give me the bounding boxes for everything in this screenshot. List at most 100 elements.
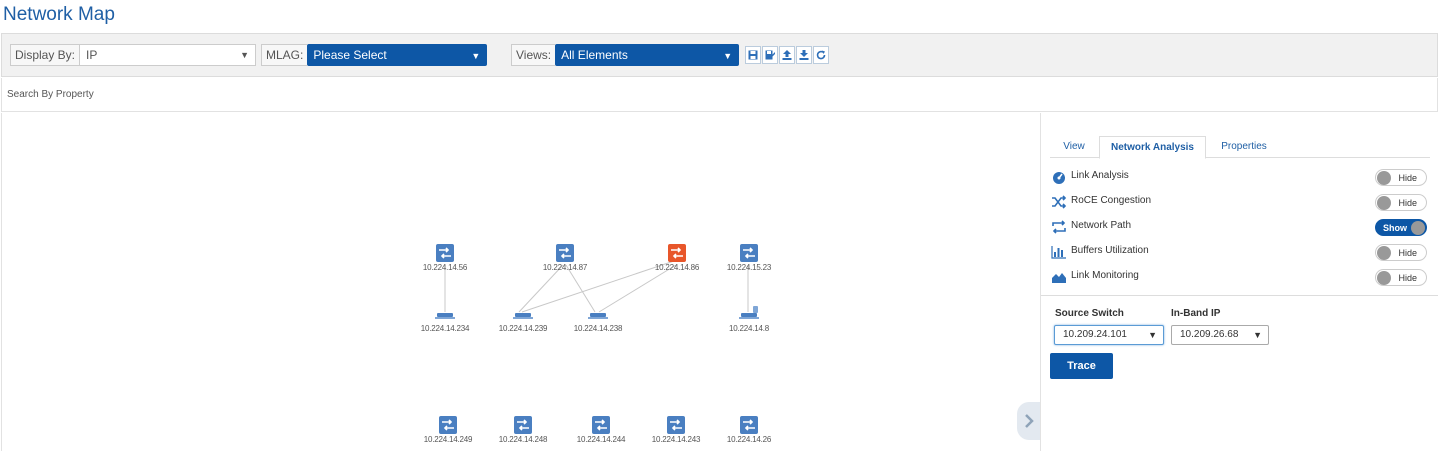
- page-title: Network Map: [3, 4, 115, 25]
- search-label: Search By Property: [7, 89, 94, 100]
- buffers-utilization-toggle[interactable]: Hide: [1375, 244, 1427, 261]
- divider: [1041, 295, 1438, 296]
- host-node[interactable]: 10.224.14.234: [405, 305, 485, 333]
- switch-node[interactable]: 10.224.14.249: [408, 416, 488, 444]
- host-node[interactable]: 10.224.14.238: [558, 305, 638, 333]
- save-icon[interactable]: [745, 46, 761, 64]
- area-chart-icon: [1052, 273, 1066, 283]
- search-by-property[interactable]: Search By Property: [1, 78, 1438, 112]
- gauge-icon: [1053, 172, 1065, 184]
- node-label: 10.224.14.239: [498, 324, 548, 333]
- collapse-panel-button[interactable]: [1017, 402, 1041, 440]
- shuffle-icon: [1052, 195, 1067, 209]
- node-label: 10.224.14.244: [576, 435, 626, 444]
- display-by-label: Display By:: [10, 44, 80, 66]
- tab-network-analysis[interactable]: Network Analysis: [1099, 136, 1206, 159]
- node-label: 10.224.14.234: [420, 324, 470, 333]
- inband-ip-select[interactable]: 10.209.26.68 ▼: [1171, 325, 1269, 345]
- source-switch-select[interactable]: 10.209.24.101 ▼: [1054, 325, 1164, 345]
- toggle-text: Show: [1383, 223, 1407, 233]
- row-label: RoCE Congestion: [1071, 195, 1152, 206]
- row-label: Link Monitoring: [1071, 270, 1139, 281]
- host-node[interactable]: 10.224.14.8: [709, 305, 789, 333]
- caret-down-icon: ▼: [1253, 330, 1262, 340]
- views-dropdown[interactable]: All Elements ▼: [555, 44, 740, 66]
- switch-icon: [514, 416, 532, 434]
- source-switch-label: Source Switch: [1055, 308, 1124, 319]
- switch-icon: [556, 244, 574, 262]
- row-link-analysis: Link Analysis Hide: [1051, 166, 1427, 188]
- display-by-select[interactable]: Display By: IP ▼: [10, 44, 257, 66]
- network-path-toggle[interactable]: Show: [1375, 219, 1427, 236]
- switch-icon: [740, 416, 758, 434]
- switch-icon: [667, 416, 685, 434]
- toolbar: Display By: IP ▼ MLAG: Please Select ▼ V…: [1, 33, 1438, 77]
- switch-node-alert[interactable]: 10.224.14.86: [637, 244, 717, 272]
- toggle-knob: [1377, 196, 1391, 210]
- caret-down-icon: ▼: [240, 50, 250, 60]
- caret-down-icon: ▼: [723, 51, 733, 61]
- toggle-knob: [1411, 221, 1425, 235]
- save-as-icon[interactable]: [762, 46, 778, 64]
- switch-icon: [436, 244, 454, 262]
- mlag-dropdown[interactable]: Please Select ▼: [307, 44, 488, 66]
- node-label: 10.224.14.87: [542, 263, 588, 272]
- chevron-right-icon: [1025, 414, 1034, 428]
- trace-button[interactable]: Trace: [1050, 353, 1113, 379]
- host-icon: [738, 305, 760, 323]
- upload-icon[interactable]: [779, 46, 795, 64]
- source-switch-value: 10.209.24.101: [1063, 329, 1127, 340]
- node-label: 10.224.14.249: [423, 435, 473, 444]
- host-node[interactable]: 10.224.14.239: [483, 305, 563, 333]
- switch-node[interactable]: 10.224.14.244: [561, 416, 641, 444]
- switch-node[interactable]: 10.224.15.23: [709, 244, 789, 272]
- bar-chart-icon: [1051, 246, 1066, 259]
- views-label: Views:: [511, 44, 556, 66]
- views-select[interactable]: Views: All Elements ▼: [511, 44, 740, 66]
- toggle-knob: [1377, 246, 1391, 260]
- inband-ip-label: In-Band IP: [1171, 308, 1221, 319]
- link-analysis-toggle[interactable]: Hide: [1375, 169, 1427, 186]
- switch-icon: [668, 244, 686, 262]
- toggle-text: Hide: [1398, 273, 1417, 283]
- toggle-text: Hide: [1398, 248, 1417, 258]
- switch-node[interactable]: 10.224.14.248: [483, 416, 563, 444]
- row-buffers-utilization: Buffers Utilization Hide: [1051, 241, 1427, 263]
- download-icon[interactable]: [796, 46, 812, 64]
- switch-node[interactable]: 10.224.14.56: [405, 244, 485, 272]
- toggle-text: Hide: [1398, 173, 1417, 183]
- display-by-dropdown[interactable]: IP ▼: [79, 44, 257, 66]
- refresh-icon[interactable]: [813, 46, 829, 64]
- views-value: All Elements: [561, 48, 628, 62]
- node-label: 10.224.14.8: [728, 324, 770, 333]
- link-monitoring-toggle[interactable]: Hide: [1375, 269, 1427, 286]
- toggle-knob: [1377, 271, 1391, 285]
- host-icon: [512, 305, 534, 323]
- row-label: Network Path: [1071, 220, 1132, 231]
- switch-node[interactable]: 10.224.14.243: [636, 416, 716, 444]
- node-label: 10.224.14.238: [573, 324, 623, 333]
- node-label: 10.224.14.26: [726, 435, 772, 444]
- roce-congestion-toggle[interactable]: Hide: [1375, 194, 1427, 211]
- inband-ip-value: 10.209.26.68: [1180, 329, 1239, 340]
- row-label: Link Analysis: [1071, 170, 1129, 181]
- display-by-value: IP: [86, 48, 98, 62]
- tab-properties[interactable]: Properties: [1208, 136, 1280, 158]
- caret-down-icon: ▼: [471, 51, 481, 61]
- row-network-path: Network Path Show: [1051, 216, 1427, 238]
- host-icon: [587, 305, 609, 323]
- host-icon: [434, 305, 456, 323]
- switch-node[interactable]: 10.224.14.87: [525, 244, 605, 272]
- mlag-label: MLAG:: [261, 44, 308, 66]
- switch-icon: [592, 416, 610, 434]
- node-label: 10.224.14.86: [654, 263, 700, 272]
- node-label: 10.224.14.243: [651, 435, 701, 444]
- map-links: [444, 260, 749, 313]
- mlag-value: Please Select: [313, 48, 387, 62]
- tab-view[interactable]: View: [1050, 136, 1098, 158]
- switch-node[interactable]: 10.224.14.26: [709, 416, 789, 444]
- mlag-select[interactable]: MLAG: Please Select ▼: [261, 44, 488, 66]
- network-map-canvas[interactable]: 10.224.14.56 10.224.14.87 10.224.14.86 1…: [1, 113, 1039, 451]
- toggle-knob: [1377, 171, 1391, 185]
- node-label: 10.224.15.23: [726, 263, 772, 272]
